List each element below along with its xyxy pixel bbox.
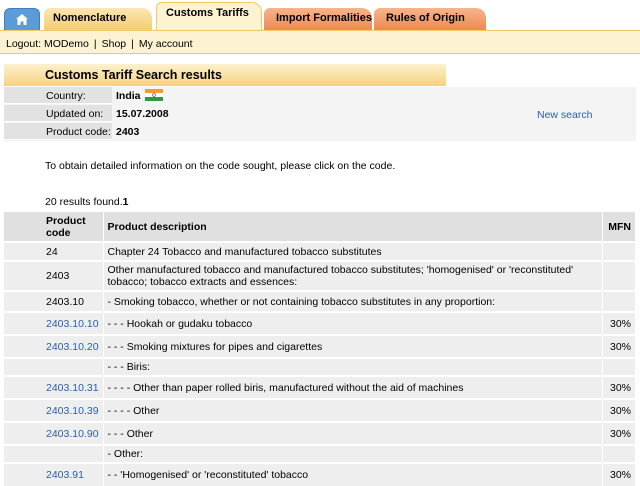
product-code-link[interactable]: 2403.10.39 (46, 405, 99, 417)
mfn-rate-cell (602, 290, 636, 312)
header-product-description: Product description (103, 212, 604, 242)
results-page-number: 1 (122, 196, 129, 208)
separator: | (93, 38, 97, 50)
page-title: Customs Tariff Search results (4, 64, 446, 86)
product-description-cell: - - - Biris: (103, 357, 604, 376)
shop-link[interactable]: Shop (102, 38, 127, 50)
mfn-rate-cell: 30% (602, 311, 636, 335)
table-row: 2403 Other manufactured tobacco and manuf… (4, 260, 636, 291)
search-info-box: Country: India Updated on: 15.07.2008 Pr… (4, 87, 636, 141)
product-code-text: 2403.10 (46, 295, 84, 308)
product-code-link[interactable]: 2403.10.10 (46, 318, 99, 330)
product-code-cell: 2403.10.90 (4, 421, 105, 445)
product-description-cell: - - - Smoking mixtures for pipes and cig… (103, 334, 604, 358)
product-code-cell: 2403 (4, 260, 105, 291)
tab-rules-of-origin[interactable]: Rules of Origin (374, 8, 486, 30)
results-count: 20 results found.1 (45, 196, 128, 208)
country-label: Country: (4, 87, 112, 104)
product-code-row: Product code: 2403 (4, 123, 204, 140)
table-row: 2403.10.10 - - - Hookah or gudaku tobacco… (4, 311, 636, 335)
new-search-link[interactable]: New search (537, 109, 592, 121)
mfn-rate-cell: 30% (602, 462, 636, 486)
product-code-cell: 2403.10 (4, 290, 105, 312)
country-value: India (116, 87, 163, 104)
product-code-cell: 2403.10.31 (4, 375, 105, 399)
table-row: 2403.10.90 - - - Other 30% (4, 421, 636, 445)
house-icon (16, 14, 28, 25)
product-code-label: Product code: (4, 123, 112, 140)
product-description-cell: - - - Hookah or gudaku tobacco (103, 311, 604, 335)
table-row: 2403.10.20 - - - Smoking mixtures for pip… (4, 334, 636, 358)
user-bar: Logout: MODemo | Shop | My account (0, 30, 640, 54)
updated-label: Updated on: (4, 105, 112, 122)
product-description-cell: - - - Other (103, 421, 604, 445)
mfn-rate-cell: 30% (602, 398, 636, 422)
product-description-cell: - - - - Other than paper rolled biris, m… (103, 375, 604, 399)
tab-home[interactable] (4, 8, 40, 30)
product-description-cell: - Smoking tobacco, whether or not contai… (103, 290, 604, 312)
mfn-rate-cell: 30% (602, 375, 636, 399)
tab-customs-tariffs[interactable]: Customs Tariffs (156, 2, 262, 32)
tab-import-formalities[interactable]: Import Formalities (264, 8, 372, 30)
table-row: 2403.10.31 - - - - Other than paper rolle… (4, 375, 636, 399)
product-code-cell: 2403.91 (4, 462, 105, 486)
product-description-cell: Other manufactured tobacco and manufactu… (103, 260, 604, 291)
table-row: - - - Biris: (4, 357, 636, 376)
product-code-cell: 24 (4, 241, 105, 261)
table-row: - Other: (4, 444, 636, 463)
mfn-rate-cell: 30% (602, 421, 636, 445)
header-product-code: Product code (4, 212, 105, 242)
tab-bar: Nomenclature Customs Tariffs Import Form… (0, 0, 640, 32)
product-code-cell (4, 357, 105, 376)
product-code-cell: 2403.10.10 (4, 311, 105, 335)
tab-nomenclature[interactable]: Nomenclature (44, 8, 152, 30)
mfn-rate-cell (602, 357, 636, 376)
updated-row: Updated on: 15.07.2008 (4, 105, 204, 122)
logout-link[interactable]: Logout: MODemo (6, 38, 89, 50)
results-table: Product code Product description MFN 24 C… (4, 212, 636, 486)
instructions-text: To obtain detailed information on the co… (45, 160, 396, 172)
product-code-value: 2403 (116, 126, 140, 138)
product-code-cell: 2403.10.39 (4, 398, 105, 422)
product-code-text: 24 (46, 245, 58, 258)
country-row: Country: India (4, 87, 204, 104)
product-code-cell: 2403.10.20 (4, 334, 105, 358)
country-name: India (116, 90, 141, 102)
my-account-link[interactable]: My account (139, 38, 193, 50)
header-mfn: MFN (602, 212, 636, 242)
mfn-rate-cell (602, 260, 636, 291)
product-description-cell: - Other: (103, 444, 604, 463)
table-row: 2403.91 - - 'Homogenised' or 'reconstitut… (4, 462, 636, 486)
mfn-rate-cell (602, 241, 636, 261)
table-header-row: Product code Product description MFN (4, 212, 636, 242)
results-count-text: 20 results found. (45, 196, 123, 208)
india-flag-icon (144, 89, 163, 101)
table-body: 24 Chapter 24 Tobacco and manufactured to… (4, 241, 636, 486)
mfn-rate-cell: 30% (602, 334, 636, 358)
updated-value: 15.07.2008 (116, 108, 169, 120)
product-description-cell: - - 'Homogenised' or 'reconstituted' tob… (103, 462, 604, 486)
mfn-rate-cell (602, 444, 636, 463)
separator: | (131, 38, 134, 50)
product-code-link[interactable]: 2403.10.31 (46, 382, 99, 394)
table-row: 2403.10.39 - - - - Other 30% (4, 398, 636, 422)
table-row: 2403.10 - Smoking tobacco, whether or not… (4, 290, 636, 312)
product-code-link[interactable]: 2403.10.20 (46, 341, 99, 353)
product-code-cell (4, 444, 105, 463)
product-code-link[interactable]: 2403.91 (46, 469, 84, 481)
product-description-cell: - - - - Other (103, 398, 604, 422)
product-code-link[interactable]: 2403.10.90 (46, 428, 99, 440)
product-code-text: 2403 (46, 270, 70, 282)
table-row: 24 Chapter 24 Tobacco and manufactured to… (4, 241, 636, 261)
product-description-cell: Chapter 24 Tobacco and manufactured toba… (103, 241, 604, 261)
